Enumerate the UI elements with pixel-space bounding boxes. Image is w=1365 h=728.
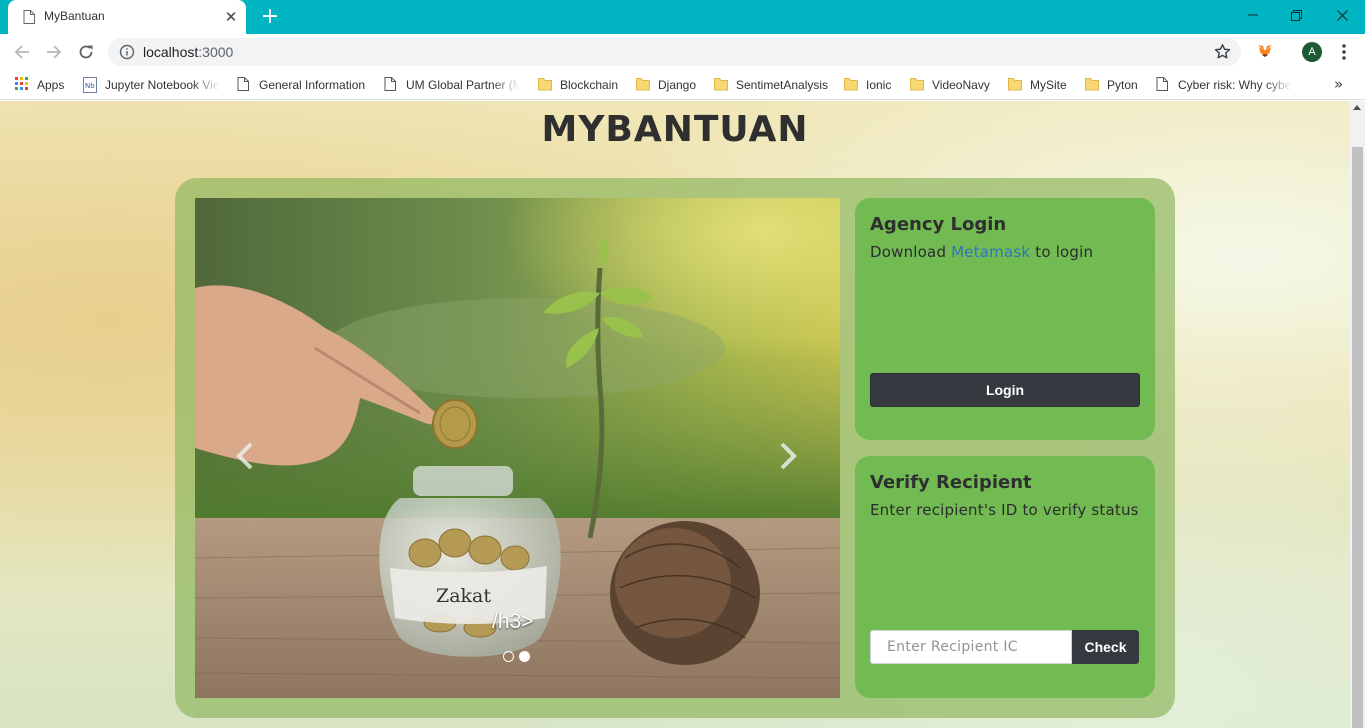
recipient-ic-input[interactable] (870, 630, 1072, 664)
address-bar[interactable]: localhost:3000 (108, 38, 1241, 66)
metamask-link[interactable]: Metamask (951, 243, 1030, 261)
folder-icon (1008, 77, 1022, 93)
url-port: :3000 (198, 44, 234, 60)
bookmark-label: MySite (1030, 78, 1067, 92)
carousel-next-icon[interactable] (773, 436, 803, 476)
bookmark-label: Cyber risk: Why cyber (1178, 78, 1292, 92)
agency-login-text: Download Metamask to login (870, 243, 1093, 261)
apps-grid-icon (15, 77, 29, 93)
back-icon[interactable] (10, 40, 34, 64)
verify-recipient-title: Verify Recipient (870, 472, 1032, 493)
bookmark-label: Jupyter Notebook Vie (105, 78, 220, 92)
bookmark-general-information[interactable]: General Information (237, 76, 372, 94)
bookmark-label: Django (658, 78, 697, 92)
bookmark-folder-sentimetanalysis[interactable]: SentimetAnalysis (714, 76, 836, 94)
carousel-caption: /h3> (492, 610, 534, 633)
bookmark-folder-videonavy[interactable]: VideoNavy (910, 76, 1000, 94)
info-icon[interactable] (119, 44, 135, 64)
verify-recipient-card: Verify Recipient Enter recipient's ID to… (855, 456, 1155, 698)
agency-text-before: Download (870, 243, 952, 261)
page-scrollbar[interactable] (1350, 101, 1365, 728)
browser-tab[interactable]: MyBantuan ✕ (8, 0, 246, 34)
agency-login-card: Agency Login Download Metamask to login … (855, 198, 1155, 440)
url-host: localhost (143, 44, 199, 60)
page-icon (237, 77, 251, 93)
carousel-indicator-2[interactable] (519, 651, 530, 662)
folder-icon (910, 77, 924, 93)
page-icon (1156, 77, 1170, 93)
folder-icon (538, 77, 552, 93)
jar-label: Zakat (436, 585, 492, 607)
check-button[interactable]: Check (1072, 630, 1139, 664)
minimize-icon[interactable] (1230, 0, 1275, 30)
page-viewport: MYBANTUAN Zakat /h3> Agency Login Downlo… (0, 101, 1350, 728)
bookmark-label: UM Global Partner (M (406, 78, 520, 92)
folder-icon (714, 77, 728, 93)
kebab-menu-icon[interactable] (1336, 42, 1352, 62)
carousel-indicator-1[interactable] (503, 651, 514, 662)
folder-icon (844, 77, 858, 93)
bookmark-cyber-risk[interactable]: Cyber risk: Why cyber (1156, 76, 1292, 94)
folder-icon (1085, 77, 1099, 93)
bookmark-label: Ionic (866, 78, 892, 92)
profile-avatar[interactable]: A (1302, 42, 1322, 62)
tab-title: MyBantuan (44, 9, 105, 23)
bookmark-label: Blockchain (560, 78, 619, 92)
scrollbar-thumb[interactable] (1352, 147, 1363, 728)
url-text: localhost:3000 (143, 44, 233, 60)
folder-icon (636, 77, 650, 93)
restore-icon[interactable] (1274, 0, 1319, 30)
login-button[interactable]: Login (870, 373, 1140, 407)
bookmark-folder-mysite[interactable]: MySite (1008, 76, 1078, 94)
main-panel: Zakat /h3> Agency Login Download Metamas… (175, 178, 1175, 718)
close-tab-icon[interactable]: ✕ (223, 8, 239, 26)
bookmark-folder-django[interactable]: Django (636, 76, 706, 94)
bookmarks-overflow-chevron-icon[interactable]: » (1334, 75, 1343, 93)
metamask-extension-icon[interactable] (1256, 42, 1274, 64)
bookmark-folder-pyton[interactable]: Pyton (1085, 76, 1145, 94)
bookmark-um-global-partner[interactable]: UM Global Partner (M (384, 76, 520, 94)
carousel-prev-icon[interactable] (230, 436, 260, 476)
bookmark-jupyter[interactable]: Nb Jupyter Notebook Vie (83, 76, 220, 94)
bookmark-folder-ionic[interactable]: Ionic (844, 76, 904, 94)
bookmark-star-icon[interactable] (1214, 43, 1231, 64)
page-icon (23, 10, 35, 24)
image-carousel: Zakat /h3> (195, 198, 840, 698)
forward-icon[interactable] (42, 40, 66, 64)
verify-recipient-text: Enter recipient's ID to verify status (870, 501, 1139, 519)
page-title: MYBANTUAN (541, 109, 809, 150)
bookmark-label: VideoNavy (932, 78, 990, 92)
bookmark-label: Pyton (1107, 78, 1138, 92)
bookmark-folder-blockchain[interactable]: Blockchain (538, 76, 628, 94)
reload-icon[interactable] (74, 40, 98, 64)
svg-text:Nb: Nb (85, 82, 95, 90)
scroll-up-arrow-icon[interactable] (1353, 105, 1361, 110)
bookmark-apps[interactable]: Apps (15, 76, 75, 94)
bookmarks-bar: Apps Nb Jupyter Notebook Vie General Inf… (0, 70, 1365, 100)
jupyter-icon: Nb (83, 77, 97, 93)
close-window-icon[interactable] (1320, 0, 1365, 30)
page-icon (384, 77, 398, 93)
bookmark-label: General Information (259, 78, 366, 92)
bookmark-label: Apps (37, 78, 65, 92)
agency-login-title: Agency Login (870, 214, 1007, 235)
agency-text-after: to login (1030, 243, 1094, 261)
bookmark-label: SentimetAnalysis (736, 78, 829, 92)
browser-tab-strip: MyBantuan ✕ + (0, 0, 1365, 34)
new-tab-button[interactable]: + (259, 6, 281, 28)
browser-toolbar: localhost:3000 A (0, 34, 1365, 70)
